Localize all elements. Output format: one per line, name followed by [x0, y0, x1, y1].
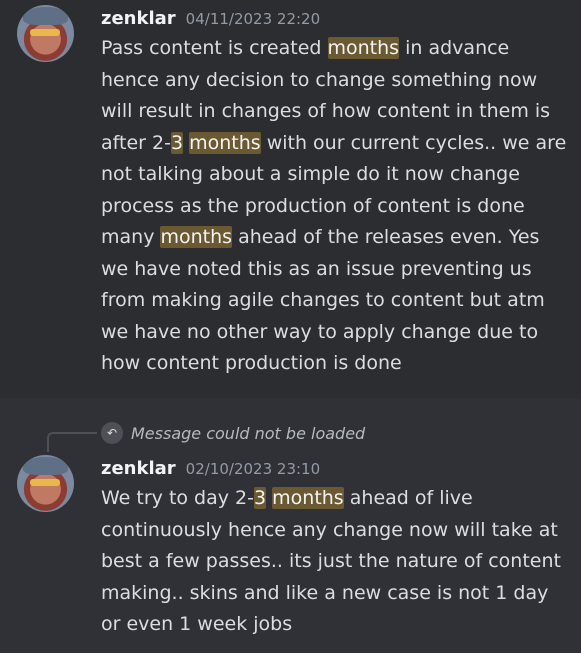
timestamp[interactable]: 02/10/2023 23:10	[186, 460, 320, 478]
message-text: Pass content is created	[101, 37, 328, 59]
search-highlight: months	[327, 37, 400, 59]
message-text: ahead of the releases even. Yes we have …	[101, 226, 545, 374]
search-highlight: months	[272, 487, 344, 509]
user-avatar[interactable]	[17, 5, 74, 62]
message-content: Pass content is created months in advanc…	[101, 33, 571, 380]
message-1: zenklar 04/11/2023 22:20 Pass content is …	[0, 0, 581, 398]
user-avatar[interactable]	[17, 455, 74, 512]
username[interactable]: zenklar	[101, 8, 176, 29]
username[interactable]: zenklar	[101, 458, 176, 479]
message-2: ↶ Message could not be loaded zenklar 02/…	[0, 398, 581, 653]
message-header: zenklar 04/11/2023 22:20	[101, 8, 320, 29]
timestamp[interactable]: 04/11/2023 22:20	[186, 10, 320, 28]
message-content: We try to day 2-3 months ahead of live c…	[101, 483, 571, 641]
search-highlight: 3	[254, 487, 267, 509]
search-highlight: months	[160, 226, 233, 248]
message-header: zenklar 02/10/2023 23:10	[101, 458, 320, 479]
reply-arrow-icon: ↶	[101, 422, 123, 444]
message-text: We try to day 2-	[101, 487, 254, 509]
reply-connector-line	[47, 432, 97, 452]
search-highlight: 3	[170, 131, 184, 154]
reply-reference[interactable]: Message could not be loaded	[131, 424, 365, 443]
search-highlight: months	[189, 131, 261, 154]
message-text: ahead of live continuously hence any cha…	[101, 487, 561, 635]
